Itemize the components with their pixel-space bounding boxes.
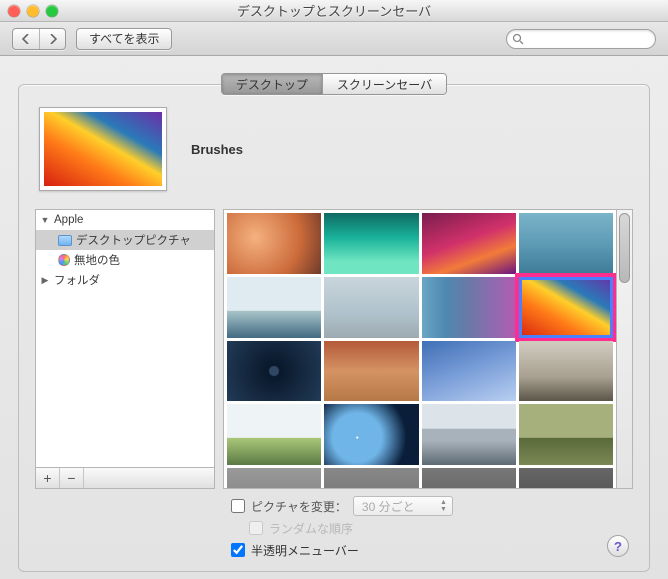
search-wrap [506, 29, 656, 49]
search-icon [512, 33, 524, 45]
disclosure-down-icon[interactable]: ▼ [40, 215, 50, 225]
window-controls [8, 5, 58, 17]
source-group-apple[interactable]: ▼ Apple [36, 210, 214, 230]
wallpaper-thumbnail[interactable] [422, 213, 516, 274]
show-all-button[interactable]: すべてを表示 [76, 28, 172, 50]
wallpaper-thumbnail[interactable] [227, 404, 321, 465]
wallpaper-thumbnail[interactable] [324, 341, 418, 402]
current-preview-row: Brushes [35, 107, 633, 191]
help-button[interactable]: ? [607, 535, 629, 557]
tabbar: デスクトップ スクリーンセーバ [19, 73, 649, 95]
change-interval-value: 30 分ごと [362, 498, 415, 515]
wallpaper-thumbnail[interactable] [227, 277, 321, 338]
source-item-label: 無地の色 [74, 252, 120, 268]
remove-source-button[interactable]: − [60, 468, 84, 488]
wallpaper-thumbnail[interactable] [324, 277, 418, 338]
tab-screensaver[interactable]: スクリーンセーバ [322, 74, 446, 94]
zoom-button[interactable] [46, 5, 58, 17]
change-picture-label: ピクチャを変更： [251, 498, 347, 515]
close-button[interactable] [8, 5, 20, 17]
wallpaper-thumbnail[interactable] [324, 468, 418, 489]
search-input[interactable] [506, 29, 656, 49]
wallpaper-thumbnail[interactable] [227, 213, 321, 274]
wallpaper-thumbnail[interactable] [227, 468, 321, 489]
forward-button[interactable] [39, 29, 65, 49]
change-picture-checkbox[interactable] [231, 499, 245, 513]
random-order-label: ランダムな順序 [269, 520, 353, 537]
source-item-desktop-pictures[interactable]: デスクトップピクチャ [36, 230, 214, 250]
wallpaper-thumbnail[interactable] [519, 213, 613, 274]
updown-arrows-icon: ▲▼ [440, 499, 447, 513]
wallpaper-thumbnail[interactable] [422, 404, 516, 465]
source-item-label: デスクトップピクチャ [76, 232, 191, 248]
toolbar: すべてを表示 [0, 22, 668, 56]
translucent-menubar-label: 半透明メニューバー [251, 542, 359, 559]
wallpaper-thumbnail[interactable] [227, 341, 321, 402]
source-group-label: フォルダ [54, 272, 100, 288]
grid-scrollbar[interactable] [617, 209, 633, 489]
translucent-menubar-checkbox[interactable] [231, 543, 245, 557]
wallpaper-image [44, 112, 162, 186]
wallpaper-thumbnail[interactable] [519, 341, 613, 402]
change-interval-dropdown[interactable]: 30 分ごと ▲▼ [353, 496, 453, 516]
add-source-button[interactable]: + [36, 468, 60, 488]
wallpaper-thumbnail[interactable] [324, 404, 418, 465]
wallpaper-grid[interactable] [223, 209, 617, 489]
wallpaper-thumbnail[interactable] [422, 277, 516, 338]
wallpaper-thumbnail[interactable] [422, 341, 516, 402]
tab-desktop[interactable]: デスクトップ [222, 74, 322, 94]
help-icon: ? [614, 539, 622, 554]
source-group-folders[interactable]: ▶ フォルダ [36, 270, 214, 290]
wallpaper-thumbnail[interactable] [324, 213, 418, 274]
wallpaper-thumbnail[interactable] [519, 277, 613, 338]
source-item-solid-colors[interactable]: 無地の色 [36, 250, 214, 270]
source-list[interactable]: ▼ Apple デスクトップピクチャ 無地の色 ▶ フォルダ [35, 209, 215, 467]
current-wallpaper-name: Brushes [191, 142, 243, 157]
minimize-button[interactable] [27, 5, 39, 17]
preferences-panel: デスクトップ スクリーンセーバ Brushes ▼ Apple [18, 84, 650, 572]
nav-segmented [12, 28, 66, 50]
wallpaper-thumbnail[interactable] [519, 404, 613, 465]
window-titlebar: デスクトップとスクリーンセーバ [0, 0, 668, 22]
options-area: ピクチャを変更： 30 分ごと ▲▼ ランダムな順序 半透明メニューバー ? [35, 489, 633, 561]
back-button[interactable] [13, 29, 39, 49]
source-group-label: Apple [54, 214, 83, 226]
wallpaper-thumbnail[interactable] [519, 468, 613, 489]
disclosure-right-icon[interactable]: ▶ [40, 275, 50, 286]
current-wallpaper-preview [39, 107, 167, 191]
source-list-footer: + − [35, 467, 215, 489]
wallpaper-thumbnail[interactable] [422, 468, 516, 489]
chevron-left-icon [22, 34, 30, 44]
scrollbar-thumb[interactable] [619, 213, 630, 283]
random-order-checkbox[interactable] [249, 521, 263, 535]
window-title: デスクトップとスクリーンセーバ [0, 1, 668, 20]
folder-icon [58, 235, 72, 246]
chevron-right-icon [49, 34, 57, 44]
color-wheel-icon [58, 254, 70, 266]
